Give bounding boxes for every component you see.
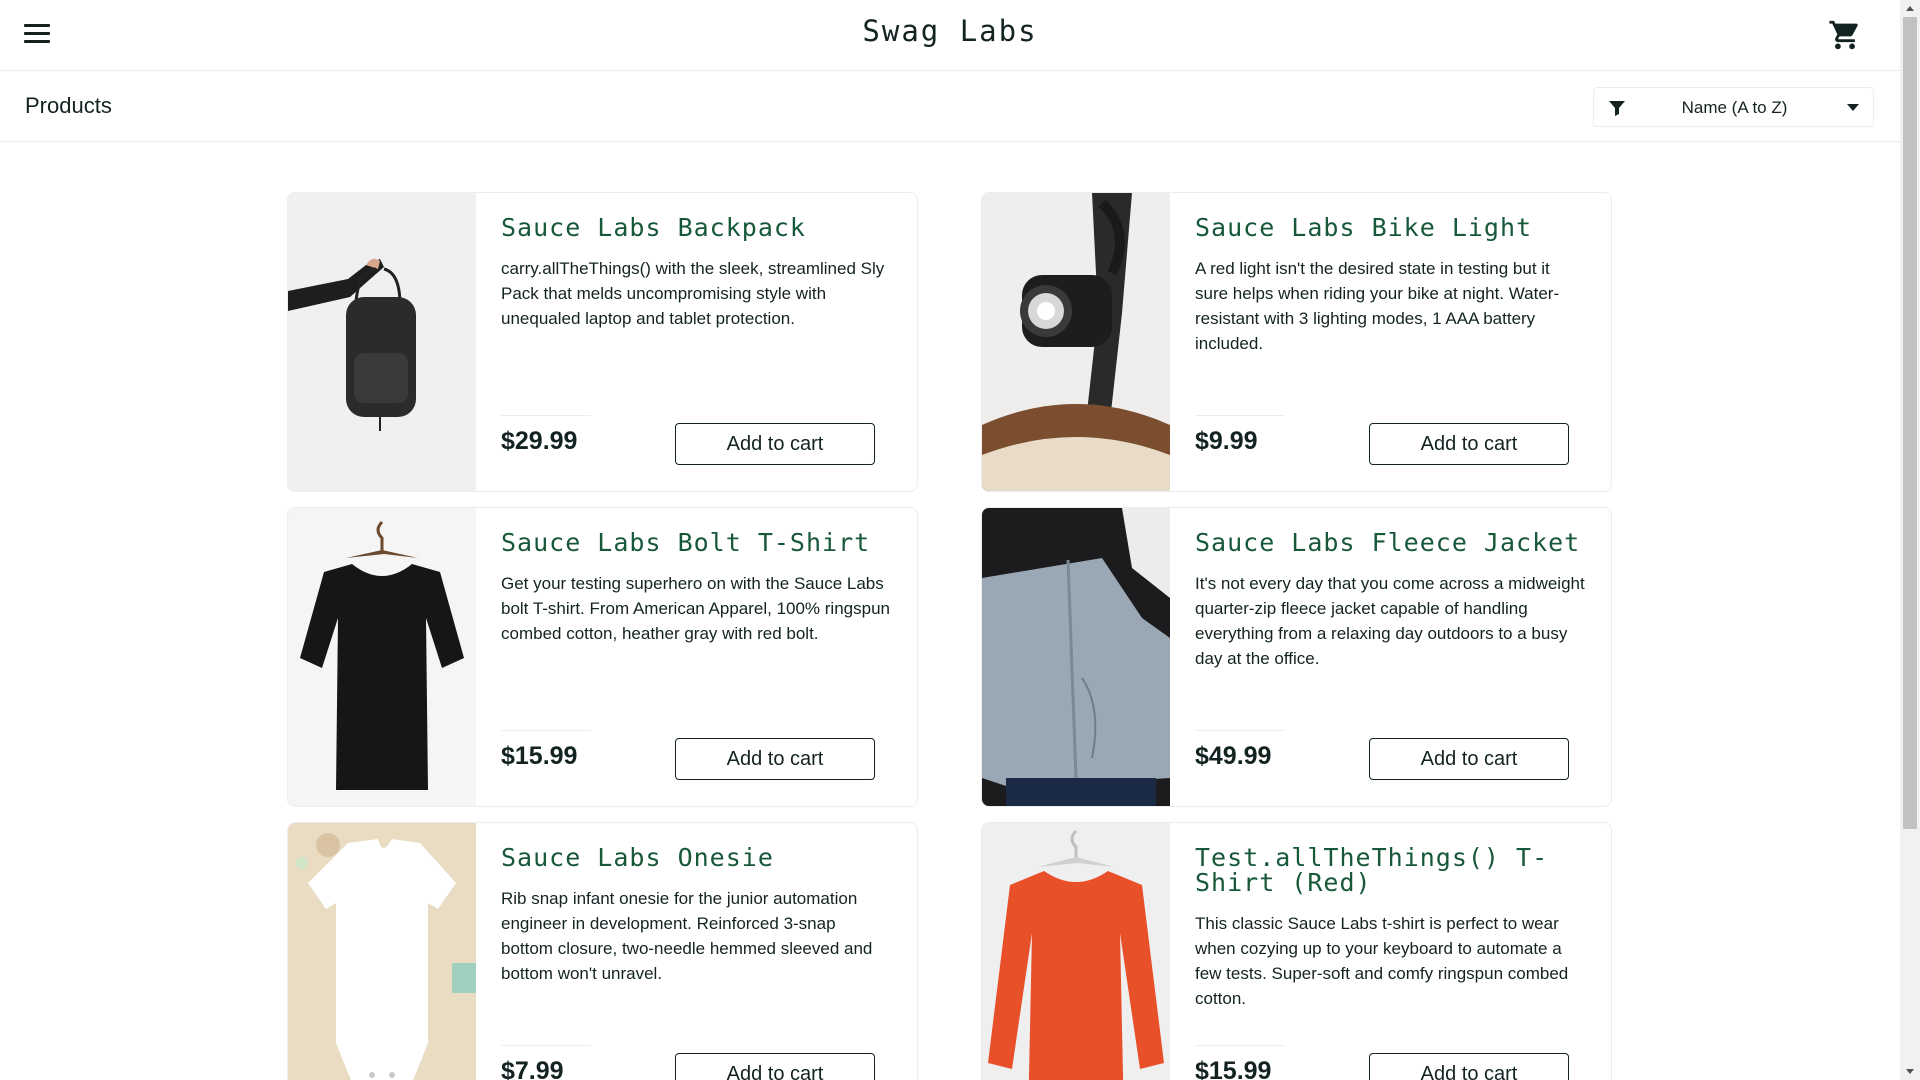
item-name-link[interactable]: Sauce Labs Bike Light: [1195, 215, 1585, 240]
item-name-link[interactable]: Sauce Labs Fleece Jacket: [1195, 530, 1585, 555]
secondary-header: Products Name (A to Z): [0, 71, 1900, 142]
item-price: $9.99: [1195, 427, 1258, 455]
vertical-scrollbar[interactable]: [1900, 0, 1920, 1080]
item-image-onesie[interactable]: [288, 823, 476, 1080]
divider: [501, 415, 591, 416]
item-price: $15.99: [501, 742, 578, 770]
add-to-cart-button[interactable]: Add to cart: [1369, 738, 1569, 780]
inventory-item: Test.allTheThings() T-Shirt (Red) This c…: [981, 822, 1612, 1080]
item-price: $29.99: [501, 427, 578, 455]
add-to-cart-button[interactable]: Add to cart: [1369, 423, 1569, 465]
item-image-fleece-jacket[interactable]: [982, 508, 1170, 806]
item-price: $15.99: [1195, 1057, 1272, 1080]
primary-header: Swag Labs: [0, 0, 1900, 71]
item-description: It's not every day that you come across …: [1195, 574, 1585, 668]
item-description: carry.allTheThings() with the sleek, str…: [501, 259, 885, 328]
inventory-item: Sauce Labs Backpack carry.allTheThings()…: [287, 192, 918, 492]
sort-dropdown[interactable]: Name (A to Z): [1593, 87, 1874, 127]
add-to-cart-button[interactable]: Add to cart: [675, 738, 875, 780]
item-name-link[interactable]: Sauce Labs Bolt T-Shirt: [501, 530, 891, 555]
item-price: $7.99: [501, 1057, 564, 1080]
scrollbar-thumb[interactable]: [1903, 17, 1917, 829]
inventory-item: Sauce Labs Bike Light A red light isn't …: [981, 192, 1612, 492]
item-name-link[interactable]: Sauce Labs Backpack: [501, 215, 891, 240]
item-name-link[interactable]: Sauce Labs Onesie: [501, 845, 891, 870]
scroll-up-arrow-icon[interactable]: [1906, 6, 1914, 11]
inventory-item: Sauce Labs Bolt T-Shirt Get your testing…: [287, 507, 918, 807]
sort-selected-value: Name (A to Z): [1681, 98, 1788, 117]
add-to-cart-button[interactable]: Add to cart: [675, 1053, 875, 1080]
inventory-item: Sauce Labs Onesie Rib snap infant onesie…: [287, 822, 918, 1080]
chevron-down-icon: [1847, 104, 1859, 111]
page-title: Products: [25, 93, 112, 118]
item-image-red-tshirt[interactable]: [982, 823, 1170, 1080]
inventory-item: Sauce Labs Fleece Jacket It's not every …: [981, 507, 1612, 807]
divider: [1195, 415, 1285, 416]
item-description: Get your testing superhero on with the S…: [501, 574, 890, 643]
divider: [1195, 1045, 1285, 1046]
add-to-cart-button[interactable]: Add to cart: [1369, 1053, 1569, 1080]
divider: [501, 1045, 591, 1046]
item-description: A red light isn't the desired state in t…: [1195, 259, 1560, 353]
add-to-cart-button[interactable]: Add to cart: [675, 423, 875, 465]
item-image-bolt-tshirt[interactable]: [288, 508, 476, 806]
app-title: Swag Labs: [862, 14, 1038, 48]
divider: [501, 730, 591, 731]
scroll-down-arrow-icon[interactable]: [1906, 1069, 1914, 1074]
shopping-cart-icon[interactable]: [1828, 18, 1862, 52]
item-name-link[interactable]: Test.allTheThings() T-Shirt (Red): [1195, 845, 1585, 895]
item-description: Rib snap infant onesie for the junior au…: [501, 889, 873, 983]
item-image-bike-light[interactable]: [982, 193, 1170, 491]
item-price: $49.99: [1195, 742, 1272, 770]
item-image-backpack[interactable]: [288, 193, 476, 491]
item-description: This classic Sauce Labs t-shirt is perfe…: [1195, 914, 1569, 1008]
divider: [1195, 730, 1285, 731]
